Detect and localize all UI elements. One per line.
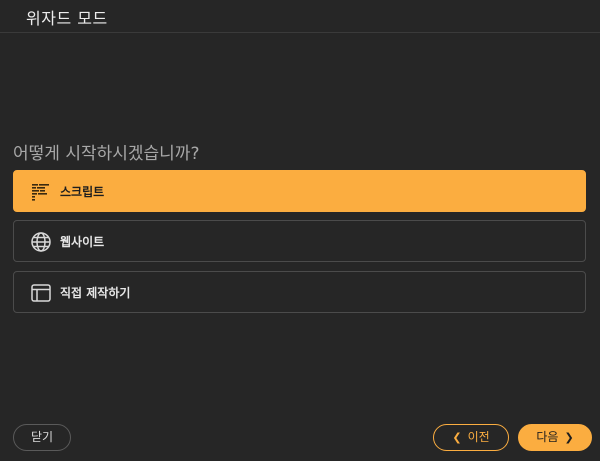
window-title: 위자드 모드: [26, 9, 108, 28]
option-label: 스크립트: [60, 185, 105, 199]
next-button[interactable]: 다음 ❯: [518, 424, 592, 451]
option-label: 직접 제작하기: [60, 286, 131, 300]
previous-button-label: 이전: [467, 430, 490, 444]
option-script[interactable]: 스크립트: [13, 170, 586, 212]
chevron-left-icon: ❮: [452, 431, 462, 444]
next-button-label: 다음: [536, 430, 559, 444]
layout-icon: [31, 284, 51, 302]
previous-button[interactable]: ❮ 이전: [433, 424, 509, 451]
close-button[interactable]: 닫기: [13, 424, 71, 451]
close-button-label: 닫기: [30, 430, 54, 444]
option-label: 웹사이트: [60, 235, 105, 249]
script-icon: [32, 184, 49, 201]
question-heading: 어떻게 시작하시겠습니까?: [13, 144, 200, 164]
chevron-right-icon: ❯: [564, 431, 574, 444]
option-website[interactable]: 웹사이트: [13, 220, 586, 262]
title-bar: 위자드 모드: [0, 0, 600, 33]
option-build-manually[interactable]: 직접 제작하기: [13, 271, 586, 313]
globe-icon: [31, 232, 51, 252]
